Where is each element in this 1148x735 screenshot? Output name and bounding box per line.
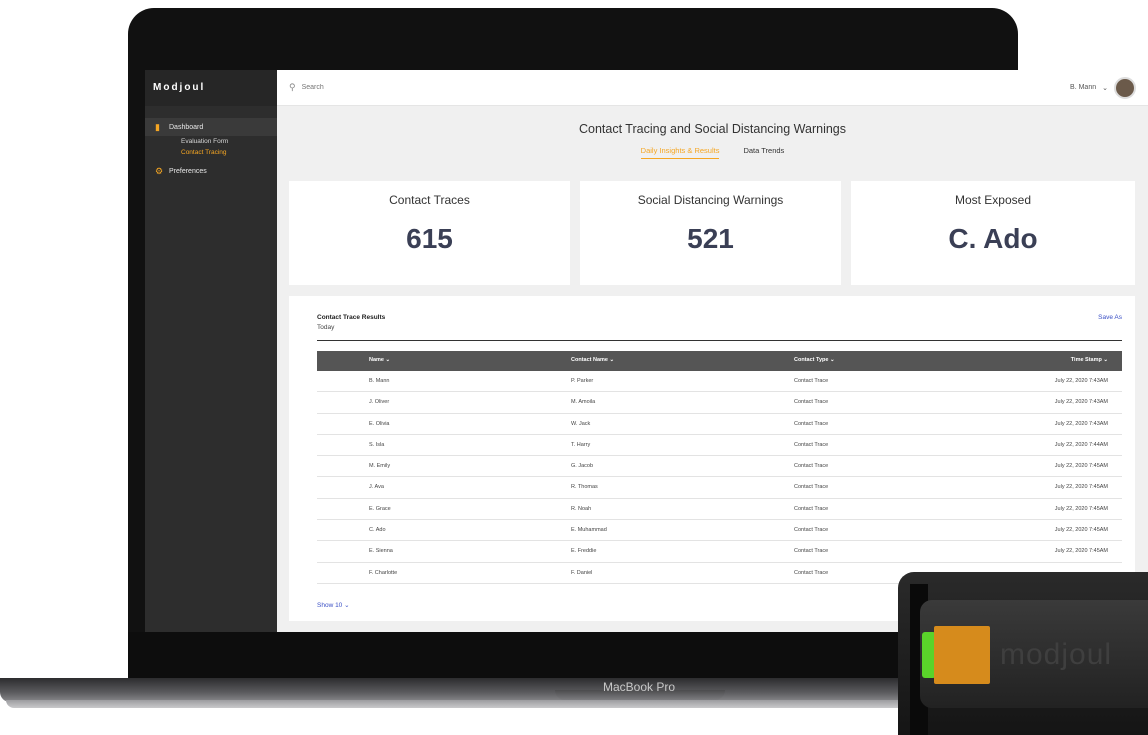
table-row[interactable]: E. Olivia W. Jack Contact Trace July 22, 20… xyxy=(317,414,1122,435)
column-header-contact-type[interactable]: Contact Type ⌄ xyxy=(794,357,835,363)
table-row[interactable]: E. Sienna E. Freddie Contact Trace July 22,… xyxy=(317,541,1122,563)
tab-bar: Daily Insights & Results Data Trends xyxy=(277,146,1148,159)
cell-contact-name: M. Amoila xyxy=(571,399,596,406)
table-row[interactable]: M. Emily G. Jacob Contact Trace July 22, 20… xyxy=(317,456,1122,478)
sidebar-item-dashboard[interactable]: ▮ Dashboard xyxy=(145,118,277,136)
cell-contact-type: Contact Trace xyxy=(794,441,829,448)
cell-contact-type: Contact Trace xyxy=(794,378,829,384)
results-header: Contact Trace Results Today xyxy=(317,314,385,331)
cell-time-stamp: July 22, 2020 7:45AM xyxy=(1054,548,1108,555)
cell-name: J. Oliver xyxy=(369,399,390,406)
cell-time-stamp: July 22, 2020 7:45AM xyxy=(1054,484,1108,491)
cell-contact-type: Contact Trace xyxy=(794,548,829,555)
screen: Modjoul ▮ Dashboard Evaluation Form Cont… xyxy=(145,70,1148,632)
cell-name: E. Olivia xyxy=(369,420,390,427)
table-row[interactable]: E. Grace R. Noah Contact Trace July 22, 202… xyxy=(317,499,1122,521)
cell-contact-type: Contact Trace xyxy=(794,420,829,427)
bar-chart-icon: ▮ xyxy=(155,121,160,132)
table-row[interactable]: J. Oliver M. Amoila Contact Trace July 22, … xyxy=(317,392,1122,414)
results-subtitle: Today xyxy=(317,324,335,331)
cell-time-stamp: July 22, 2020 7:45AM xyxy=(1054,505,1108,512)
cell-contact-name: R. Noah xyxy=(571,505,592,512)
sidebar-subitem-contact-tracing[interactable]: Contact Tracing xyxy=(145,147,277,158)
column-header-time-stamp[interactable]: Time Stamp ⌄ xyxy=(1071,357,1108,363)
sidebar-item-label: Dashboard xyxy=(169,123,204,131)
cell-contact-name: G. Jacob xyxy=(571,463,594,470)
cell-contact-name: R. Thomas xyxy=(571,484,598,491)
device-accent xyxy=(934,626,990,684)
table-body: B. Mann P. Parker Contact Trace July 22, 20… xyxy=(317,371,1122,584)
stat-card-most-exposed: Most Exposed C. Ado xyxy=(851,181,1135,285)
table-header: Name ⌄ Contact Name ⌄ Contact Type ⌄ Tim… xyxy=(317,351,1122,371)
cell-name: M. Emily xyxy=(369,463,391,470)
cell-contact-type: Contact Trace xyxy=(794,569,829,576)
user-name: B. Mann xyxy=(1070,84,1097,91)
cell-contact-name: P. Parker xyxy=(571,378,594,384)
cell-time-stamp: July 22, 2020 7:43AM xyxy=(1054,420,1108,427)
sidebar-nav: ▮ Dashboard Evaluation Form Contact Trac… xyxy=(145,106,277,180)
cell-time-stamp: July 22, 2020 7:45AM xyxy=(1054,527,1108,534)
cell-time-stamp: July 22, 2020 7:45AM xyxy=(1054,463,1108,470)
avatar[interactable] xyxy=(1114,76,1136,99)
cell-time-stamp: July 22, 2020 7:43AM xyxy=(1054,378,1108,384)
stat-value: 521 xyxy=(687,223,734,254)
results-title: Contact Trace Results xyxy=(317,314,386,321)
cell-name: J. Ava xyxy=(369,484,384,491)
cell-time-stamp: July 22, 2020 7:44AM xyxy=(1054,441,1108,448)
stat-value: C. Ado xyxy=(948,223,1038,254)
gear-icon: ⚙ xyxy=(155,165,164,176)
stat-label: Social Distancing Warnings xyxy=(637,193,784,207)
search-input[interactable] xyxy=(299,83,454,92)
stat-label: Contact Traces xyxy=(389,193,470,207)
cell-contact-name: E. Freddie xyxy=(571,548,597,555)
app-logo: Modjoul xyxy=(145,70,277,106)
user-menu[interactable]: B. Mann ⌄ xyxy=(1070,76,1136,99)
chevron-down-icon: ⌄ xyxy=(1102,84,1108,92)
page-title: Contact Tracing and Social Distancing Wa… xyxy=(578,122,847,136)
cell-name: C. Ado xyxy=(369,527,386,534)
cell-name: F. Charlotte xyxy=(369,569,398,576)
cell-name: E. Grace xyxy=(369,505,391,512)
topbar: ⚲ B. Mann ⌄ xyxy=(277,70,1148,106)
sidebar-subitem-evaluation-form[interactable]: Evaluation Form xyxy=(145,136,277,147)
table-row[interactable]: B. Mann P. Parker Contact Trace July 22, 20… xyxy=(317,371,1122,393)
tab-data-trends[interactable]: Data Trends xyxy=(743,146,784,159)
column-header-name[interactable]: Name ⌄ xyxy=(369,357,390,363)
column-header-contact-name[interactable]: Contact Name ⌄ xyxy=(571,357,614,363)
cell-contact-type: Contact Trace xyxy=(794,527,829,534)
stat-cards: Contact Traces 615 Social Distancing War… xyxy=(289,181,1135,285)
table-row[interactable]: C. Ado E. Muhammad Contact Trace July 22, 2… xyxy=(317,520,1122,542)
wearable-device: modjoul xyxy=(898,572,1148,735)
chevron-down-icon: ⌄ xyxy=(344,602,350,609)
show-more-link[interactable]: Show 10 ⌄ xyxy=(317,601,350,609)
cell-contact-name: E. Muhammad xyxy=(571,527,607,534)
cell-contact-name: T. Harry xyxy=(571,441,591,448)
cell-contact-name: W. Jack xyxy=(571,420,591,427)
cell-contact-name: F. Daniel xyxy=(571,569,593,576)
stat-card-contact-traces: Contact Traces 615 xyxy=(289,181,570,285)
tab-daily-insights[interactable]: Daily Insights & Results xyxy=(640,146,720,159)
main-area: ⚲ B. Mann ⌄ Contact Tracing and Social D… xyxy=(277,70,1148,632)
table-row[interactable]: S. Isla T. Harry Contact Trace July 22, 202… xyxy=(317,435,1122,457)
cell-name: B. Mann xyxy=(369,378,390,384)
search-icon: ⚲ xyxy=(289,82,296,92)
sidebar: Modjoul ▮ Dashboard Evaluation Form Cont… xyxy=(145,70,277,632)
device-label: modjoul xyxy=(1000,638,1113,671)
cell-contact-type: Contact Trace xyxy=(794,484,829,491)
save-as-link[interactable]: Save As xyxy=(1098,314,1122,321)
stat-label: Most Exposed xyxy=(954,193,1032,207)
cell-name: S. Isla xyxy=(369,441,385,448)
cell-time-stamp: July 22, 2020 7:43AM xyxy=(1054,399,1108,406)
stat-value: 615 xyxy=(406,223,453,254)
sidebar-item-label: Preferences xyxy=(169,167,207,175)
cell-name: E. Sienna xyxy=(369,548,393,555)
cell-contact-type: Contact Trace xyxy=(794,505,829,512)
stat-card-social-distancing: Social Distancing Warnings 521 xyxy=(580,181,841,285)
cell-contact-type: Contact Trace xyxy=(794,463,829,470)
table-row[interactable]: J. Ava R. Thomas Contact Trace July 22, 202… xyxy=(317,477,1122,499)
divider xyxy=(317,340,1122,341)
cell-contact-type: Contact Trace xyxy=(794,399,829,406)
sidebar-item-preferences[interactable]: ⚙ Preferences xyxy=(145,162,277,180)
